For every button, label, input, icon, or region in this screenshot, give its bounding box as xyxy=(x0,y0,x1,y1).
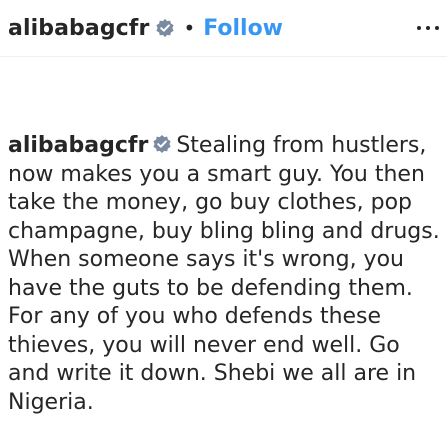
separator-dot: • xyxy=(183,16,196,40)
header-divider xyxy=(0,56,447,57)
follow-button[interactable]: Follow xyxy=(203,16,283,41)
verified-badge-icon xyxy=(155,18,175,38)
caption-username-link[interactable]: alibabagcfr xyxy=(8,133,148,158)
verified-badge-icon xyxy=(152,134,172,154)
post-view: alibabagcfr • Follow alibabagcfr Stealin… xyxy=(0,0,447,446)
post-caption: alibabagcfr Stealing from hustlers, now … xyxy=(8,132,440,417)
more-dot xyxy=(435,26,439,30)
username-link[interactable]: alibabagcfr xyxy=(8,16,149,41)
more-dot xyxy=(426,26,430,30)
post-header: alibabagcfr • Follow xyxy=(0,0,447,56)
more-dot xyxy=(417,26,421,30)
more-horizontal-icon[interactable] xyxy=(417,18,439,38)
caption-text: Stealing from hustlers, now makes you a … xyxy=(8,133,440,415)
